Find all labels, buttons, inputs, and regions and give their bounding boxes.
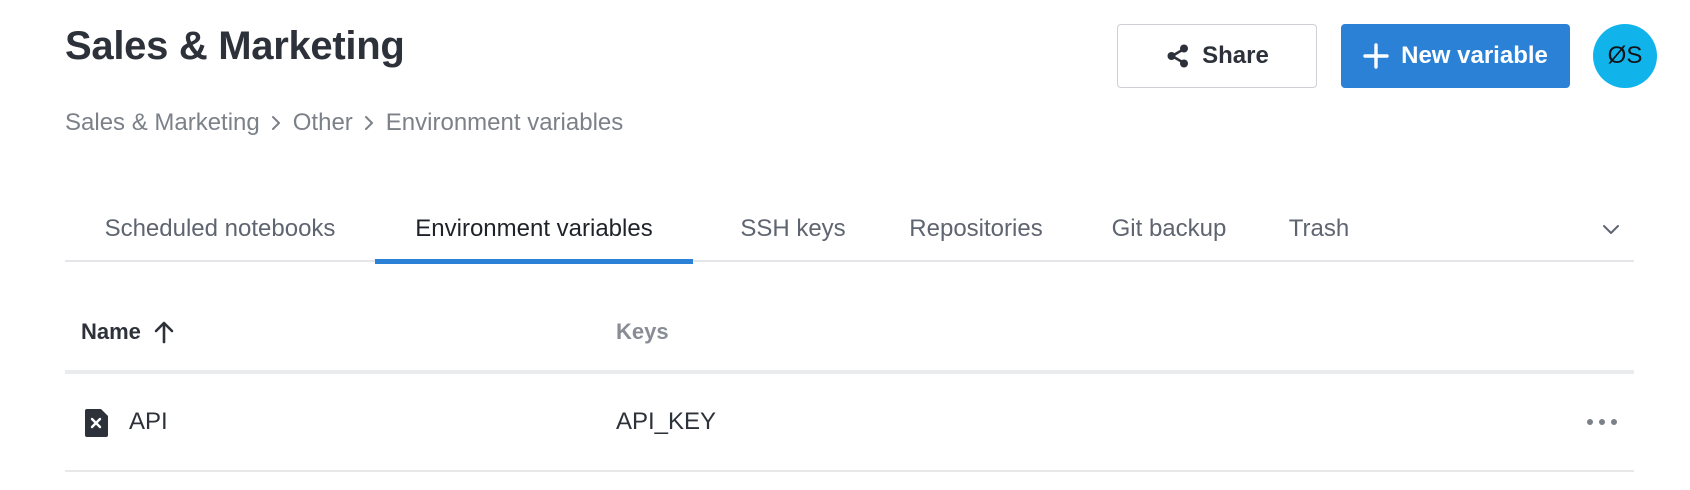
arrow-up-icon	[153, 320, 175, 344]
breadcrumb-item-environment-variables: Environment variables	[385, 109, 624, 136]
chevron-down-icon[interactable]	[1596, 214, 1626, 244]
row-name: API	[129, 408, 168, 435]
environment-variables-table: Name Keys API API_KEY	[65, 290, 1634, 472]
column-header-name[interactable]: Name	[81, 290, 175, 374]
tab-environment-variables[interactable]: Environment variables	[375, 196, 693, 264]
avatar[interactable]: ØS	[1593, 24, 1657, 88]
share-icon	[1165, 43, 1191, 69]
row-keys: API_KEY	[616, 408, 717, 435]
share-label: Share	[1202, 42, 1269, 69]
variable-file-icon	[84, 409, 108, 437]
chevron-right-icon	[260, 108, 293, 138]
table-row[interactable]: API API_KEY	[65, 374, 1634, 472]
tab-scheduled-notebooks[interactable]: Scheduled notebooks	[65, 196, 375, 262]
tab-trash[interactable]: Trash	[1281, 196, 1357, 262]
more-horizontal-icon[interactable]	[1584, 407, 1620, 437]
tab-git-backup[interactable]: Git backup	[1101, 196, 1237, 262]
tab-ssh-keys[interactable]: SSH keys	[729, 196, 857, 262]
breadcrumb-item-sales-marketing[interactable]: Sales & Marketing	[65, 108, 260, 138]
breadcrumb-item-other[interactable]: Other	[293, 108, 353, 138]
plus-icon	[1363, 43, 1389, 69]
new-variable-label: New variable	[1401, 42, 1548, 69]
new-variable-button[interactable]: New variable	[1341, 24, 1570, 88]
chevron-right-icon	[353, 108, 386, 138]
tab-bar: Scheduled notebooks Environment variable…	[65, 196, 1634, 264]
share-button[interactable]: Share	[1117, 24, 1317, 88]
column-header-name-label: Name	[81, 319, 141, 344]
page-title: Sales & Marketing	[65, 24, 405, 68]
column-header-keys: Keys	[616, 319, 669, 344]
breadcrumb: Sales & Marketing Other Environment vari…	[65, 108, 623, 138]
table-header: Name Keys	[65, 290, 1634, 374]
tab-repositories[interactable]: Repositories	[893, 196, 1059, 262]
